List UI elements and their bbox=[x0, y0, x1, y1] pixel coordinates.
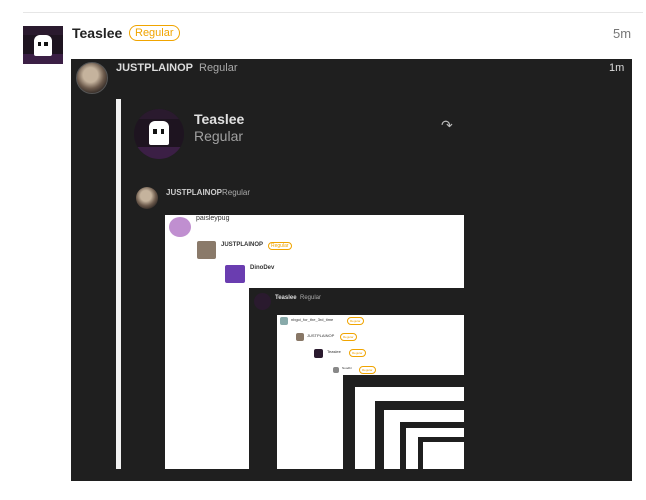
post-username[interactable]: Teaslee bbox=[72, 25, 122, 41]
quote-username: Teaslee bbox=[194, 111, 245, 127]
ghost-icon bbox=[34, 35, 52, 56]
embed-username: Teaslee bbox=[327, 349, 341, 354]
embed-username: JUSTPLAINOP bbox=[221, 242, 264, 248]
deep-embed: Teaslee Regular nbgoi_for_the_3rd_time R… bbox=[249, 288, 464, 469]
embed-username: nbgoi_for_the_3rd_time bbox=[291, 317, 334, 322]
nested-embed: paisleypug JUSTPLAINOP Regular DinoDev T… bbox=[165, 215, 464, 469]
recursive-embed bbox=[375, 401, 464, 469]
post-timestamp[interactable]: 5m bbox=[613, 26, 631, 41]
nested-username: JUSTPLAINOP bbox=[166, 188, 223, 197]
nested-avatar bbox=[136, 187, 158, 209]
screenshot-timestamp: 1m bbox=[609, 62, 625, 74]
quote-avatar bbox=[134, 109, 184, 159]
embed-avatar bbox=[296, 333, 304, 341]
embed-role: Regular bbox=[300, 295, 322, 301]
embed-badge: Regular bbox=[359, 366, 376, 374]
embedded-screenshot: JUSTPLAINOP Regular 1m Teaslee Regular ↷… bbox=[71, 59, 632, 481]
embed-avatar bbox=[333, 367, 339, 373]
embed-badge: Regular bbox=[349, 349, 366, 357]
recursive-embed bbox=[400, 422, 464, 469]
embed-avatar bbox=[314, 349, 323, 358]
recursive-embed-body bbox=[384, 410, 464, 469]
embed-avatar bbox=[197, 241, 216, 259]
screenshot-username: JUSTPLAINOP bbox=[116, 62, 194, 74]
avatar-pixel-band bbox=[134, 109, 184, 119]
embed-avatar bbox=[280, 317, 288, 325]
recursive-embed-body bbox=[423, 442, 464, 469]
deep-embed-body: nbgoi_for_the_3rd_time Regular JUSTPLAIN… bbox=[277, 315, 464, 469]
recursive-embed bbox=[343, 375, 464, 469]
embed-avatar bbox=[169, 217, 191, 237]
recursive-embed-body bbox=[355, 387, 464, 469]
share-icon: ↷ bbox=[441, 117, 453, 133]
embed-avatar bbox=[254, 293, 271, 310]
embed-username: Noodbr bbox=[342, 366, 352, 370]
avatar[interactable] bbox=[23, 26, 63, 64]
recursive-embed bbox=[418, 437, 464, 469]
quote-role: Regular bbox=[194, 128, 244, 144]
quote-bar bbox=[116, 99, 121, 469]
screenshot-avatar bbox=[76, 62, 108, 94]
embed-username: DinoDev bbox=[250, 265, 275, 271]
avatar-pixel-band bbox=[134, 147, 184, 159]
embed-username: JUSTPLAINOP bbox=[307, 333, 335, 338]
screenshot-role: Regular bbox=[199, 62, 238, 74]
embed-badge: Regular bbox=[340, 333, 357, 341]
embed-username: paisleypug bbox=[196, 215, 230, 222]
ghost-icon bbox=[149, 121, 169, 145]
embed-badge: Regular bbox=[268, 242, 292, 250]
avatar-pixel-band bbox=[23, 26, 63, 35]
top-divider bbox=[23, 12, 643, 13]
status-badge: Regular bbox=[129, 25, 180, 41]
nested-role: Regular bbox=[222, 188, 251, 197]
embed-avatar bbox=[225, 265, 245, 283]
recursive-embed-body bbox=[406, 428, 464, 469]
embed-badge: Regular bbox=[347, 317, 364, 325]
embed-username: Teaslee bbox=[275, 295, 297, 301]
